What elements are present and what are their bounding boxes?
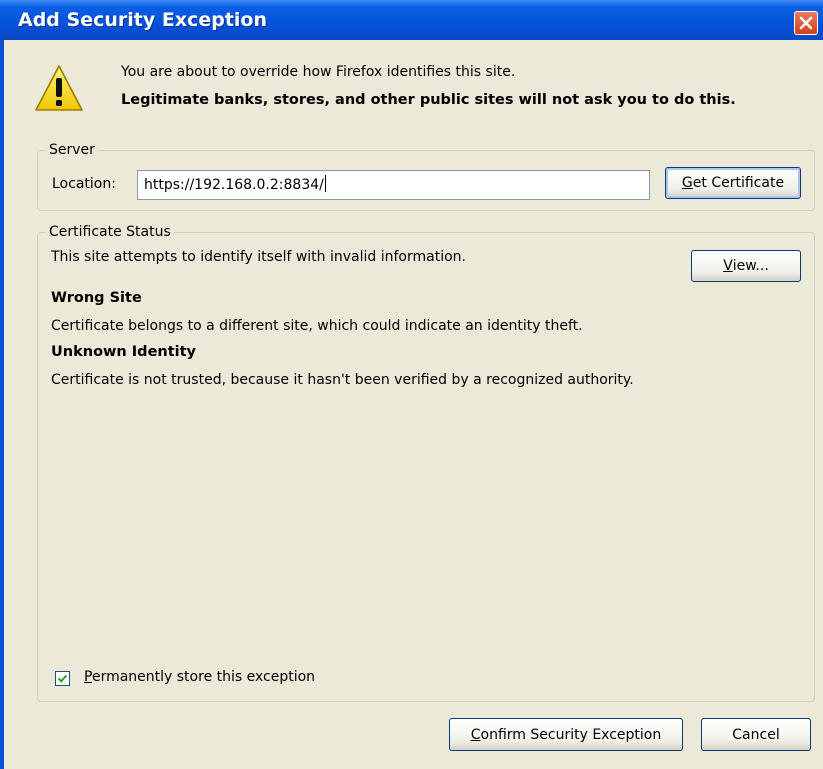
confirm-security-exception-button[interactable]: Confirm Security Exception [449,718,683,751]
permanent-store-checkbox[interactable] [55,671,70,686]
server-group: Server Location: https://192.168.0.2:883… [37,141,815,211]
warning-text: Legitimate banks, stores, and other publ… [121,92,736,108]
issue-description: Certificate is not trusted, because it h… [51,372,634,388]
security-exception-dialog: Add Security Exception You are about to … [0,0,823,769]
certificate-status-group: Certificate Status This site attempts to… [37,223,815,702]
issue-title: Unknown Identity [51,344,197,360]
permanent-store-label[interactable]: Permanently store this exception [84,669,315,685]
status-summary: This site attempts to identify itself wi… [51,249,466,265]
dialog-title: Add Security Exception [18,9,268,31]
view-button[interactable]: View... [691,250,801,282]
certificate-status-legend: Certificate Status [46,223,174,241]
title-bar[interactable]: Add Security Exception [0,0,823,40]
server-legend: Server [46,141,98,159]
location-label: Location: [52,176,116,192]
location-input[interactable]: https://192.168.0.2:8834/ [137,170,650,200]
close-button[interactable] [794,11,818,35]
get-certificate-button[interactable]: Get Certificate [665,167,801,199]
cancel-button[interactable]: Cancel [701,718,811,751]
issue-title: Wrong Site [51,290,142,306]
text-caret [324,175,326,192]
location-value: https://192.168.0.2:8834/ [144,177,324,193]
check-icon [57,674,68,683]
close-icon [799,16,813,30]
issue-description: Certificate belongs to a different site,… [51,318,583,334]
intro-text: You are about to override how Firefox id… [121,64,516,80]
warning-triangle-icon [35,65,83,111]
